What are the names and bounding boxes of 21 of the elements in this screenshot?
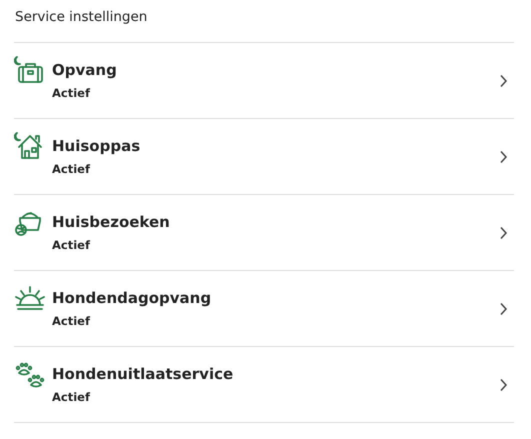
service-title: Huisbezoeken — [52, 213, 170, 231]
service-status: Actief — [52, 162, 90, 176]
service-row[interactable]: Hondenuitlaatservice Actief — [14, 347, 514, 423]
chevron-right-icon — [499, 150, 508, 164]
chevron-right-icon — [499, 226, 508, 240]
service-status: Actief — [52, 314, 90, 328]
chevron-right-icon — [499, 378, 508, 392]
service-status: Actief — [52, 238, 90, 252]
service-row[interactable]: Huisbezoeken Actief — [14, 195, 514, 271]
service-title: Hondenuitlaatservice — [52, 365, 234, 383]
section-heading: Service instellingen — [15, 8, 148, 27]
service-row[interactable]: Opvang Actief — [14, 43, 514, 119]
chevron-right-icon — [499, 74, 508, 88]
service-status: Actief — [52, 390, 90, 404]
chevron-right-icon — [499, 302, 508, 316]
service-title: Hondendagopvang — [52, 289, 212, 307]
service-row[interactable]: Huisoppas Actief — [14, 119, 514, 195]
service-title: Huisoppas — [52, 137, 140, 155]
service-row[interactable]: Hondendagopvang Actief — [14, 271, 514, 347]
service-title: Opvang — [52, 61, 117, 79]
service-status: Actief — [52, 86, 90, 100]
